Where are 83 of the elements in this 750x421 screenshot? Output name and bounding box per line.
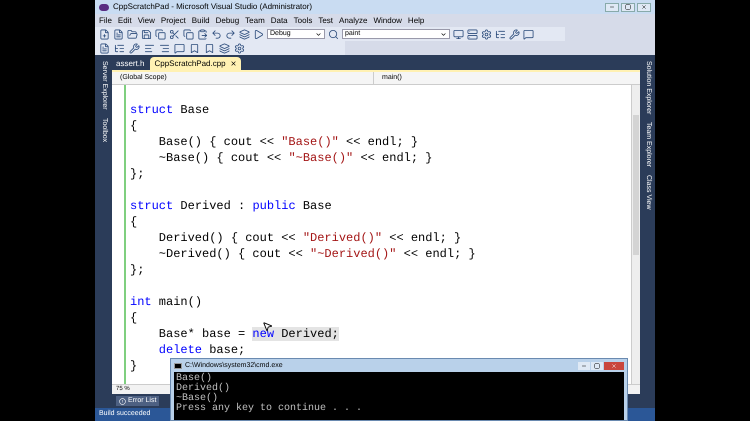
wrench-icon[interactable] xyxy=(509,28,520,40)
menu-item[interactable]: Test xyxy=(318,14,333,26)
console-line: Base() xyxy=(176,374,212,384)
menu-item[interactable]: Tools xyxy=(294,14,312,26)
settings-icon[interactable] xyxy=(481,28,492,40)
caret-icon xyxy=(440,30,447,38)
code-line: struct Base xyxy=(130,102,210,118)
menu-item[interactable]: View xyxy=(138,14,155,26)
code-line: int main() xyxy=(130,294,202,310)
save-icon[interactable] xyxy=(141,28,152,40)
copy-icon[interactable] xyxy=(183,28,194,40)
members-icon[interactable] xyxy=(114,42,125,54)
menu-item[interactable]: Team xyxy=(245,14,265,26)
indent-icon[interactable] xyxy=(159,42,170,54)
find-icon[interactable] xyxy=(328,28,339,40)
document-tab[interactable]: assert.h xyxy=(112,57,148,70)
undo-icon[interactable] xyxy=(211,28,222,40)
code-line: Base* base = new Derived; xyxy=(158,326,339,342)
code-line: ~Derived() { cout << "~Derived()" << endl; } xyxy=(158,246,476,262)
menu-item[interactable]: Help xyxy=(408,14,424,26)
document-icon[interactable] xyxy=(99,42,110,54)
maximize-button[interactable] xyxy=(621,2,635,12)
menu-item[interactable]: Project xyxy=(160,14,186,26)
server-icon[interactable] xyxy=(467,28,478,40)
code-line: } xyxy=(130,358,138,374)
navigate-icon[interactable] xyxy=(239,28,250,40)
maximize-icon xyxy=(594,362,600,368)
tree-icon[interactable] xyxy=(495,28,506,40)
app-logo-icon xyxy=(99,4,109,10)
menu-item[interactable]: Debug xyxy=(216,14,240,26)
bookmark-icon[interactable] xyxy=(189,42,200,54)
menu-item[interactable]: Data xyxy=(270,14,288,26)
window-title: CppScratchPad - Microsoft Visual Studio (Administrator) xyxy=(113,1,312,13)
code-line: { xyxy=(130,118,138,134)
maximize-icon xyxy=(625,4,631,10)
code-line: { xyxy=(130,214,138,230)
code-line: Derived() { cout << "Derived()" << endl; } xyxy=(158,230,462,246)
new-file-icon[interactable] xyxy=(99,28,110,40)
menu-item[interactable]: File xyxy=(99,14,112,26)
close-icon xyxy=(641,4,647,10)
pointer-icon xyxy=(262,321,273,332)
close-tab-icon[interactable] xyxy=(230,60,237,67)
menu-item[interactable]: Analyze xyxy=(339,14,368,26)
redo-icon[interactable] xyxy=(225,28,236,40)
outdent-icon[interactable] xyxy=(144,42,155,54)
code-line: delete base; xyxy=(158,342,246,358)
code-line: { xyxy=(130,310,138,326)
close-button[interactable] xyxy=(637,2,651,12)
add-item-icon[interactable] xyxy=(113,28,124,40)
document-tab[interactable]: CppScratchPad.cpp xyxy=(150,57,241,70)
save-all-icon[interactable] xyxy=(155,28,166,40)
settings-icon[interactable] xyxy=(234,42,245,54)
console-line: Press any key to continue . . . xyxy=(176,404,362,414)
cut-icon[interactable] xyxy=(169,28,180,40)
layers-icon[interactable] xyxy=(219,42,230,54)
bookmark-icon[interactable] xyxy=(204,42,215,54)
code-line: }; xyxy=(130,262,144,278)
open-folder-icon[interactable] xyxy=(127,28,138,40)
menu-item[interactable]: Build xyxy=(192,14,210,26)
minimize-button[interactable] xyxy=(605,2,619,12)
code-line: }; xyxy=(130,166,144,182)
code-line: Base() { cout << "Base()" << endl; } xyxy=(158,134,418,150)
comment-icon[interactable] xyxy=(523,28,534,40)
code-line: ~Base() { cout << "~Base()" << endl; } xyxy=(158,150,432,166)
minimize-icon xyxy=(581,362,587,368)
console-line: Derived() xyxy=(176,384,230,394)
code-line: struct Derived : public Base xyxy=(130,198,332,214)
minimize-button[interactable] xyxy=(578,362,590,370)
close-icon xyxy=(611,362,617,368)
minimize-icon xyxy=(609,4,615,10)
comment-icon[interactable] xyxy=(174,42,185,54)
console-icon xyxy=(174,362,182,368)
start-debugging-icon[interactable] xyxy=(253,28,264,40)
vertical-scrollbar[interactable] xyxy=(631,85,640,384)
paste-icon[interactable] xyxy=(197,28,208,40)
menu-item[interactable]: Edit xyxy=(118,14,132,26)
caret-icon xyxy=(315,30,322,38)
wrench-icon[interactable] xyxy=(129,42,140,54)
menu-item[interactable]: Window xyxy=(373,14,402,26)
console-line: ~Base() xyxy=(176,394,218,404)
maximize-button[interactable] xyxy=(591,362,603,370)
error-icon xyxy=(119,398,126,404)
window-icon[interactable] xyxy=(453,28,464,40)
